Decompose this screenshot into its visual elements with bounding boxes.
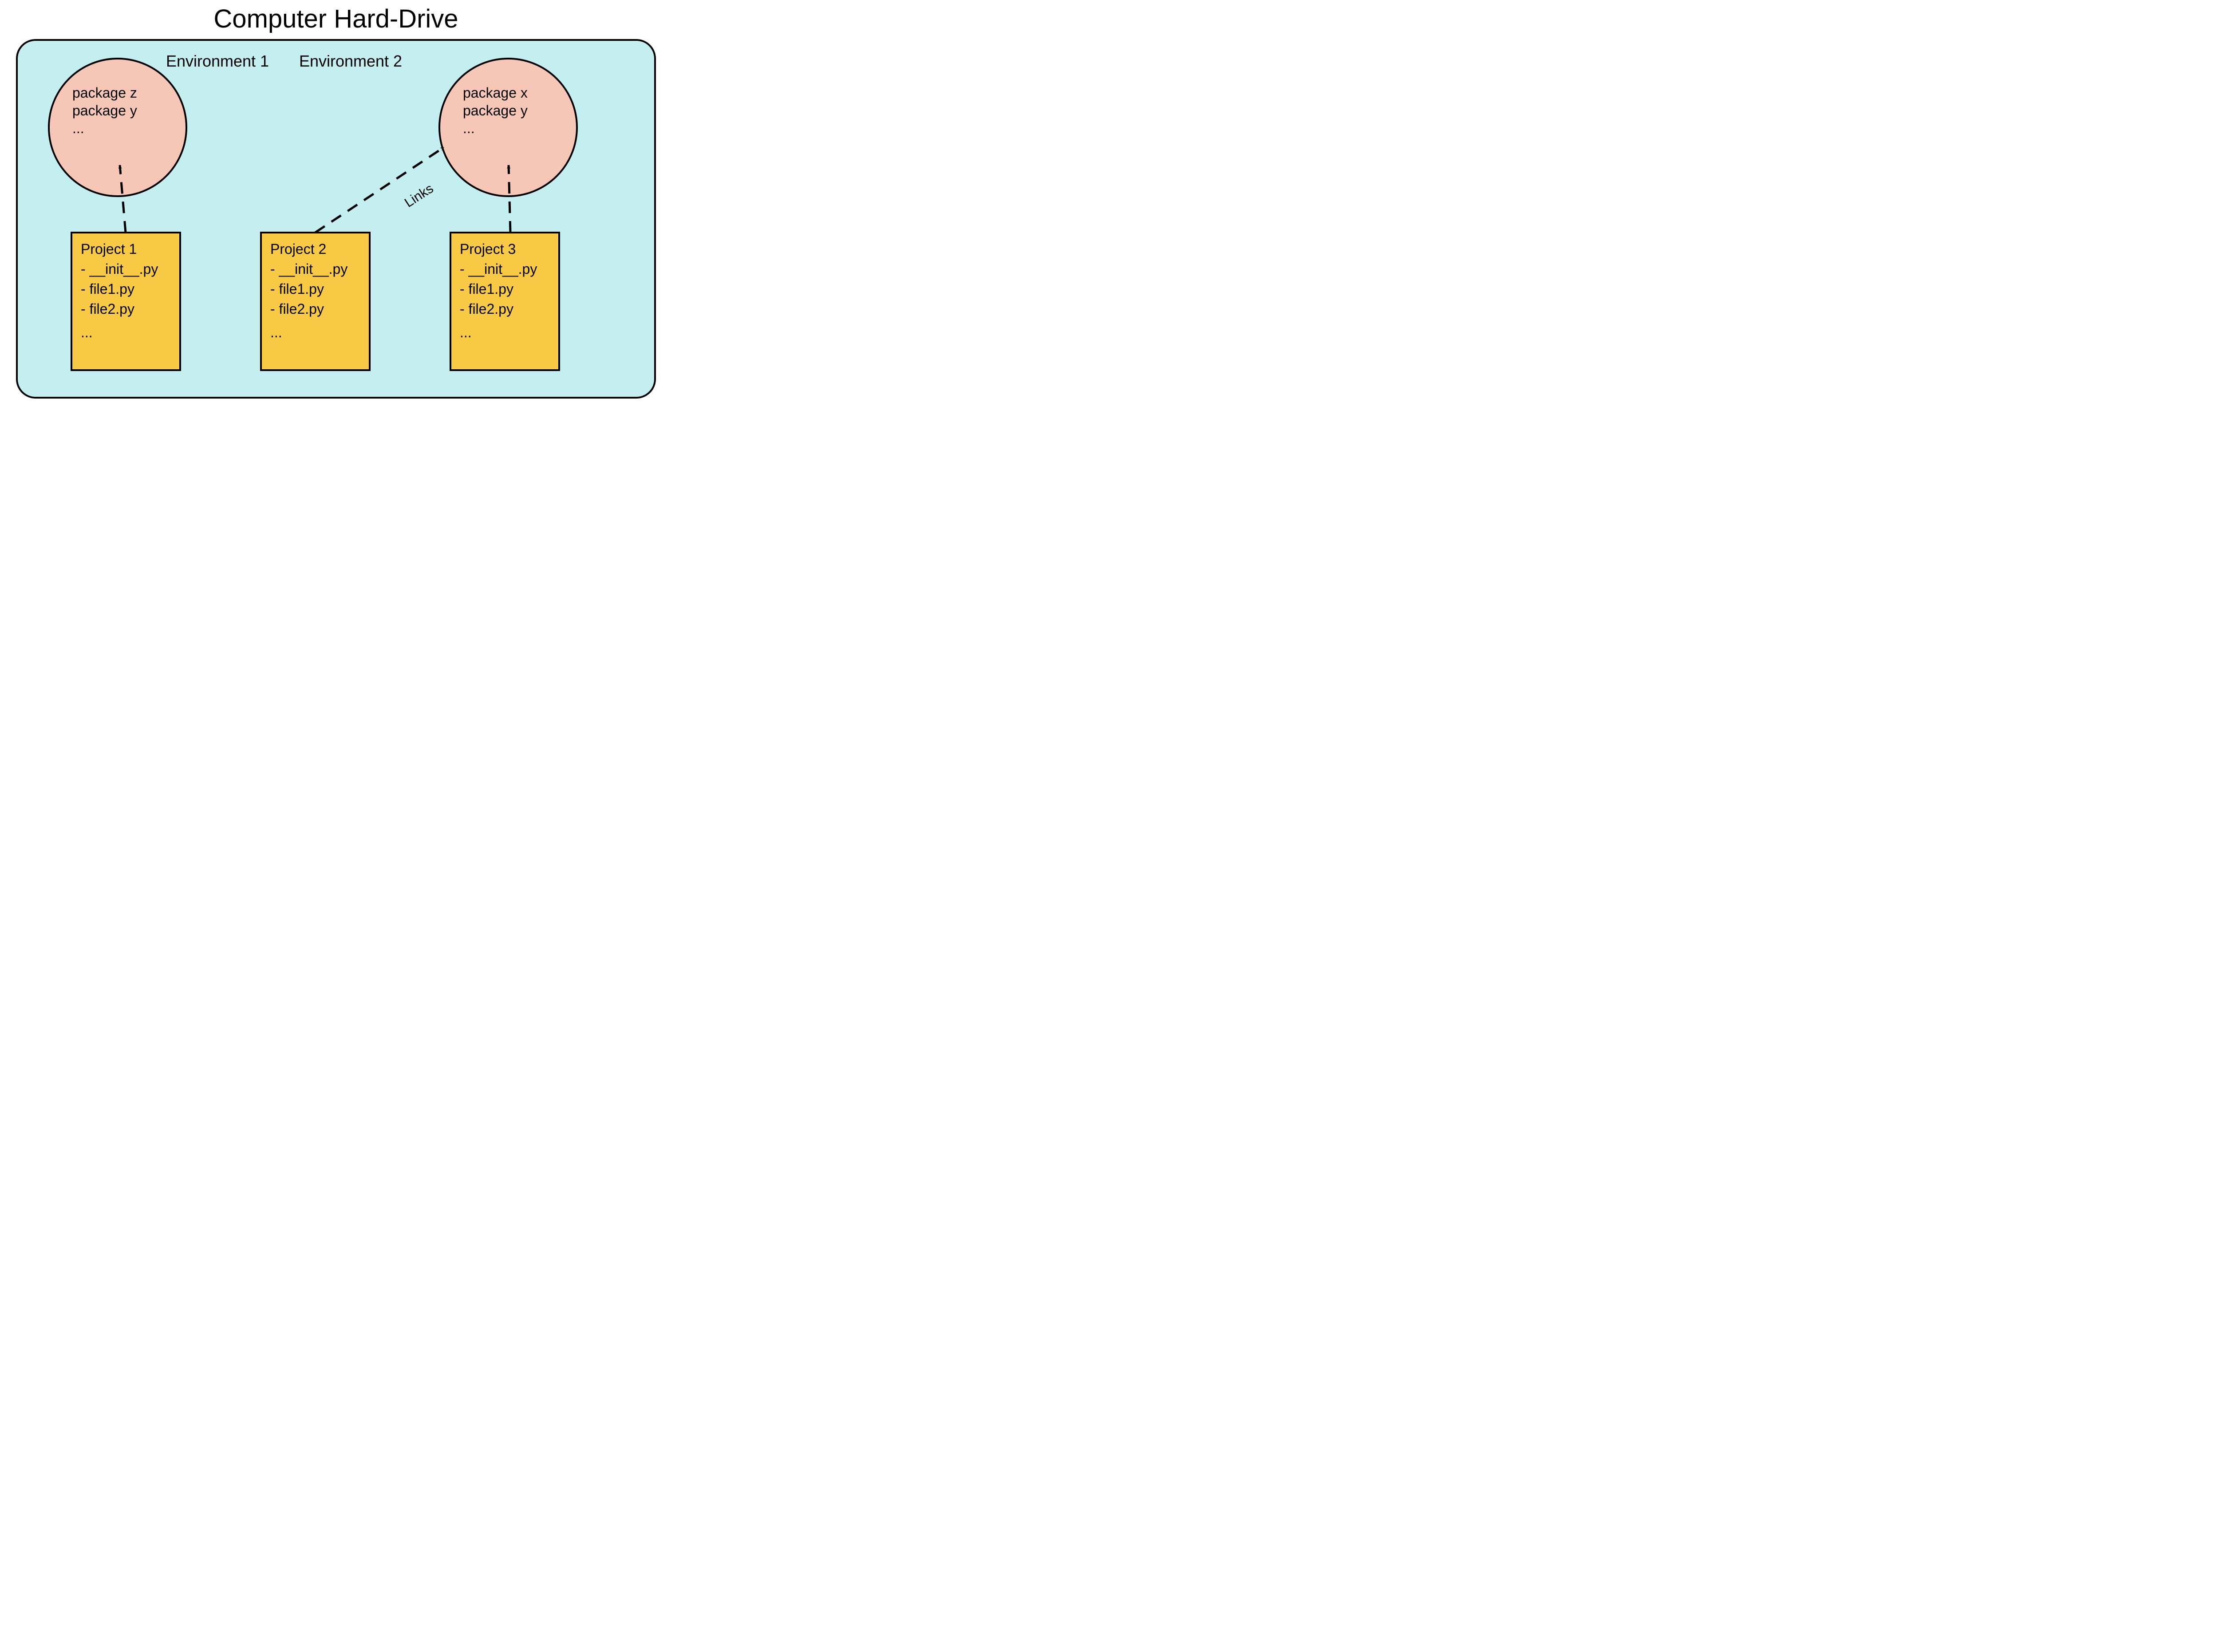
project-2-file-1: - __init__.py [270, 261, 347, 277]
project-2-file-more: ... [270, 324, 282, 340]
environment-2-label: Environment 2 [299, 52, 402, 70]
project-1-file-more: ... [81, 324, 93, 340]
project-3-file-2: - file1.py [460, 281, 513, 297]
diagram-title: Computer Hard-Drive [213, 4, 458, 33]
environment-2-circle [439, 59, 577, 196]
env2-package-more: ... [463, 120, 475, 136]
environment-1-label: Environment 1 [166, 52, 269, 70]
project-2-title: Project 2 [270, 241, 326, 257]
project-3-file-more: ... [460, 324, 472, 340]
project-1-title: Project 1 [81, 241, 137, 257]
project-1-file-1: - __init__.py [81, 261, 158, 277]
project-1-file-3: - file2.py [81, 301, 134, 317]
project-2-file-2: - file1.py [270, 281, 324, 297]
project-1-file-2: - file1.py [81, 281, 134, 297]
environment-1-circle [49, 59, 186, 196]
env2-package-1: package x [463, 85, 528, 101]
diagram-canvas: Computer Hard-Drive Environment 1 Enviro… [0, 0, 672, 413]
project-3-title: Project 3 [460, 241, 516, 257]
project-2-file-3: - file2.py [270, 301, 324, 317]
env1-package-1: package z [72, 85, 137, 101]
env1-package-2: package y [72, 103, 137, 119]
project-3-file-1: - __init__.py [460, 261, 537, 277]
project-3-file-3: - file2.py [460, 301, 513, 317]
env1-package-more: ... [72, 120, 84, 136]
env2-package-2: package y [463, 103, 528, 119]
